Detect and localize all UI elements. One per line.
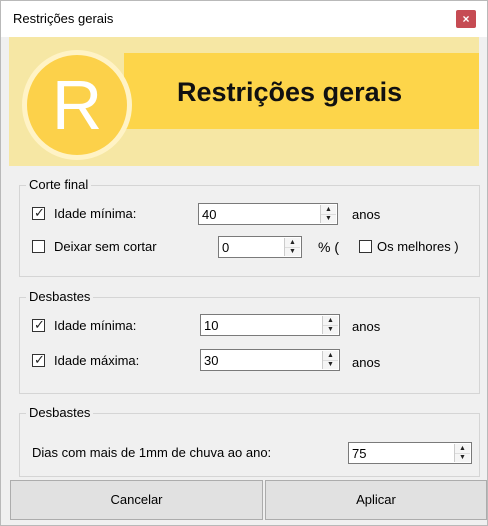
dialog-window: Restrições gerais × R Restrições gerais …	[0, 0, 488, 526]
spinner-dias-chuva[interactable]: ▲ ▼	[454, 444, 470, 462]
close-button[interactable]: ×	[456, 10, 476, 28]
title-bar: Restrições gerais ×	[1, 1, 487, 37]
unit-corte-idade-minima: anos	[352, 207, 381, 222]
unit-desbaste-idade-maxima: anos	[352, 355, 381, 370]
group-corte-final: Corte final ✓ Idade mínima: 40 ▲ ▼ anos …	[19, 177, 480, 277]
label-corte-idade-minima: Idade mínima:	[54, 206, 137, 221]
spinner-desbaste-idade-maxima[interactable]: ▲ ▼	[322, 351, 338, 369]
checkbox-corte-idade-minima[interactable]: ✓	[32, 205, 45, 220]
label-desbaste-idade-maxima: Idade máxima:	[54, 353, 140, 368]
checkbox-deixar-sem-cortar[interactable]	[32, 240, 45, 253]
value-desbaste-idade-minima: 10	[204, 318, 219, 333]
unit-desbaste-idade-minima: anos	[352, 319, 381, 334]
header-banner: R Restrições gerais	[9, 37, 479, 166]
spin-down-icon[interactable]: ▼	[455, 453, 470, 462]
check-icon: ✓	[34, 205, 45, 220]
app-logo: R	[22, 50, 132, 160]
row-corte-idade-minima: ✓ Idade mínima: 40 ▲ ▼ anos	[20, 203, 479, 225]
input-desbaste-idade-maxima[interactable]: 30 ▲ ▼	[200, 349, 340, 371]
label-dias-chuva: Dias com mais de 1mm de chuva ao ano:	[32, 445, 272, 460]
spin-down-icon[interactable]: ▼	[323, 325, 338, 334]
spin-down-icon[interactable]: ▼	[323, 360, 338, 369]
logo-letter: R	[51, 66, 103, 144]
value-deixar-sem-cortar: 0	[222, 240, 230, 255]
group-label-corte-final: Corte final	[26, 177, 92, 192]
spinner-deixar-sem-cortar[interactable]: ▲ ▼	[284, 238, 300, 256]
window-title: Restrições gerais	[13, 11, 114, 26]
label-desbaste-idade-minima: Idade mínima:	[54, 318, 137, 333]
group-desbastes-chuva: Desbastes Dias com mais de 1mm de chuva …	[19, 405, 480, 477]
row-desbaste-idade-minima: ✓ Idade mínima: 10 ▲ ▼ anos	[20, 314, 479, 336]
spin-down-icon[interactable]: ▼	[285, 247, 300, 256]
spinner-desbaste-idade-minima[interactable]: ▲ ▼	[322, 316, 338, 334]
percent-label: % (	[318, 239, 339, 255]
apply-button[interactable]: Aplicar	[265, 480, 487, 520]
value-dias-chuva: 75	[352, 446, 367, 461]
input-corte-idade-minima[interactable]: 40 ▲ ▼	[198, 203, 338, 225]
cancel-button[interactable]: Cancelar	[10, 480, 263, 520]
close-icon: ×	[462, 12, 470, 26]
spinner-corte-idade-minima[interactable]: ▲ ▼	[320, 205, 336, 223]
banner-heading: Restrições gerais	[177, 77, 403, 107]
input-desbaste-idade-minima[interactable]: 10 ▲ ▼	[200, 314, 340, 336]
spin-down-icon[interactable]: ▼	[321, 214, 336, 223]
row-deixar-sem-cortar: Deixar sem cortar 0 ▲ ▼ % ( Os melhores …	[20, 236, 479, 258]
checkbox-desbaste-idade-minima[interactable]: ✓	[32, 317, 45, 332]
label-os-melhores: Os melhores )	[377, 239, 459, 254]
value-desbaste-idade-maxima: 30	[204, 353, 219, 368]
value-corte-idade-minima: 40	[202, 207, 217, 222]
checkbox-desbaste-idade-maxima[interactable]: ✓	[32, 352, 45, 367]
checkbox-os-melhores[interactable]	[359, 240, 372, 253]
group-desbastes-idades: Desbastes ✓ Idade mínima: 10 ▲ ▼ anos ✓ …	[19, 289, 480, 394]
group-label-desbastes-2: Desbastes	[26, 405, 94, 420]
check-icon: ✓	[34, 317, 45, 332]
row-dias-chuva: Dias com mais de 1mm de chuva ao ano: 75…	[20, 442, 479, 464]
input-dias-chuva[interactable]: 75 ▲ ▼	[348, 442, 472, 464]
group-label-desbastes-1: Desbastes	[26, 289, 94, 304]
check-icon: ✓	[34, 352, 45, 367]
row-desbaste-idade-maxima: ✓ Idade máxima: 30 ▲ ▼ anos	[20, 349, 479, 371]
input-deixar-sem-cortar[interactable]: 0 ▲ ▼	[218, 236, 302, 258]
label-deixar-sem-cortar: Deixar sem cortar	[54, 239, 157, 254]
